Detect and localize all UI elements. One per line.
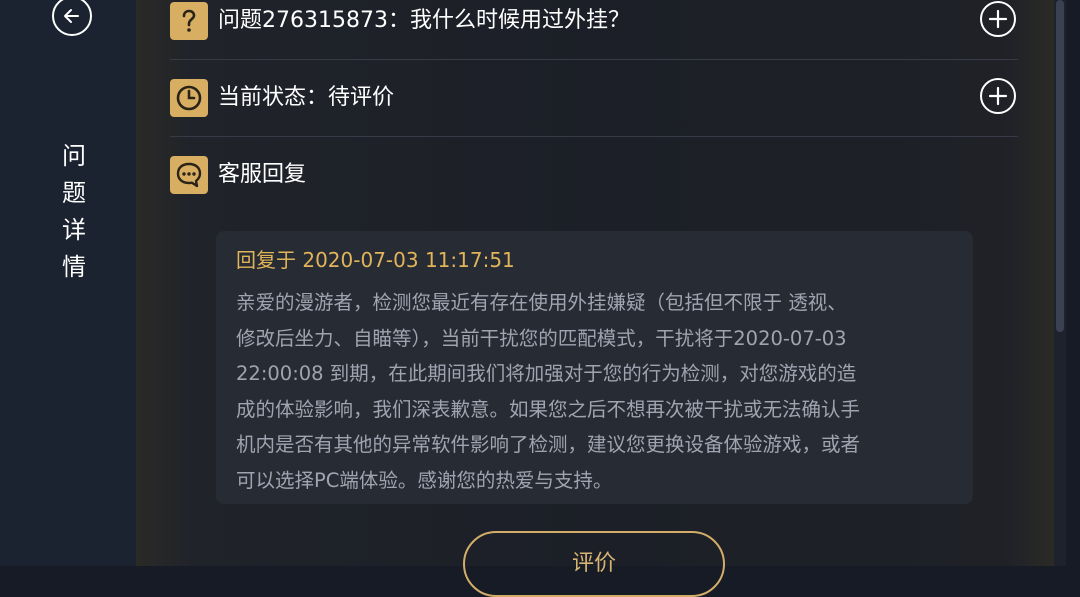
question-row[interactable]: 问题276315873：我什么时候用过外挂？	[170, 1, 1018, 41]
reply-timestamp: 回复于 2020-07-03 11:17:51	[236, 248, 515, 272]
sidebar: 问 题 详 情	[0, 0, 136, 566]
reply-line: 成的体验影响，我们深表歉意。如果您之后不想再次被干扰或无法确认手	[236, 397, 861, 421]
reply-row: 客服回复	[170, 155, 1018, 195]
plus-circle-icon	[988, 86, 1008, 106]
reply-section-title: 客服回复	[218, 162, 307, 187]
sidebar-title-char: 详	[62, 216, 86, 244]
status-label: 当前状态：待评价	[218, 85, 395, 110]
question-expand-button[interactable]	[980, 1, 1016, 37]
reply-line: 修改后坐力、自瞄等），当前干扰您的匹配模式，干扰将于2020-07-03	[236, 326, 847, 350]
question-title: 问题276315873：我什么时候用过外挂？	[218, 8, 630, 33]
sidebar-title: 问 题 详 情	[58, 138, 90, 286]
arrow-left-icon	[64, 9, 79, 23]
status-expand-button[interactable]	[980, 78, 1016, 114]
sidebar-title-char: 问	[62, 142, 86, 170]
chat-bubble-icon	[170, 156, 208, 194]
rate-button-label: 评价	[571, 551, 616, 576]
question-mark-icon	[170, 2, 208, 40]
reply-line: 机内是否有其他的异常软件影响了检测，建议您更换设备体验游戏，或者	[236, 433, 861, 456]
scrollbar-thumb[interactable]	[1056, 0, 1064, 332]
reply-line: 可以选择PC端体验。感谢您的热爱与支持。	[236, 468, 613, 492]
reply-message-box: 回复于 2020-07-03 11:17:51 亲爱的漫游者，检测您最近有存在使…	[216, 231, 973, 504]
reply-message: 亲爱的漫游者，检测您最近有存在使用外挂嫌疑（包括但不限于 透视、 修改后坐力、自…	[236, 285, 960, 498]
reply-line: 亲爱的漫游者，检测您最近有存在使用外挂嫌疑（包括但不限于 透视、	[236, 291, 847, 314]
status-row[interactable]: 当前状态：待评价	[170, 78, 1018, 118]
back-button[interactable]	[52, 0, 92, 36]
sidebar-title-char: 情	[62, 253, 86, 281]
clock-icon	[170, 79, 208, 117]
rate-button[interactable]: 评价	[463, 531, 725, 597]
plus-circle-icon	[988, 9, 1008, 29]
divider	[170, 136, 1018, 137]
divider	[170, 59, 1018, 60]
reply-line: 22:00:08 到期，在此期间我们将加强对于您的行为检测，对您游戏的造	[236, 362, 857, 385]
sidebar-title-char: 题	[62, 179, 86, 207]
